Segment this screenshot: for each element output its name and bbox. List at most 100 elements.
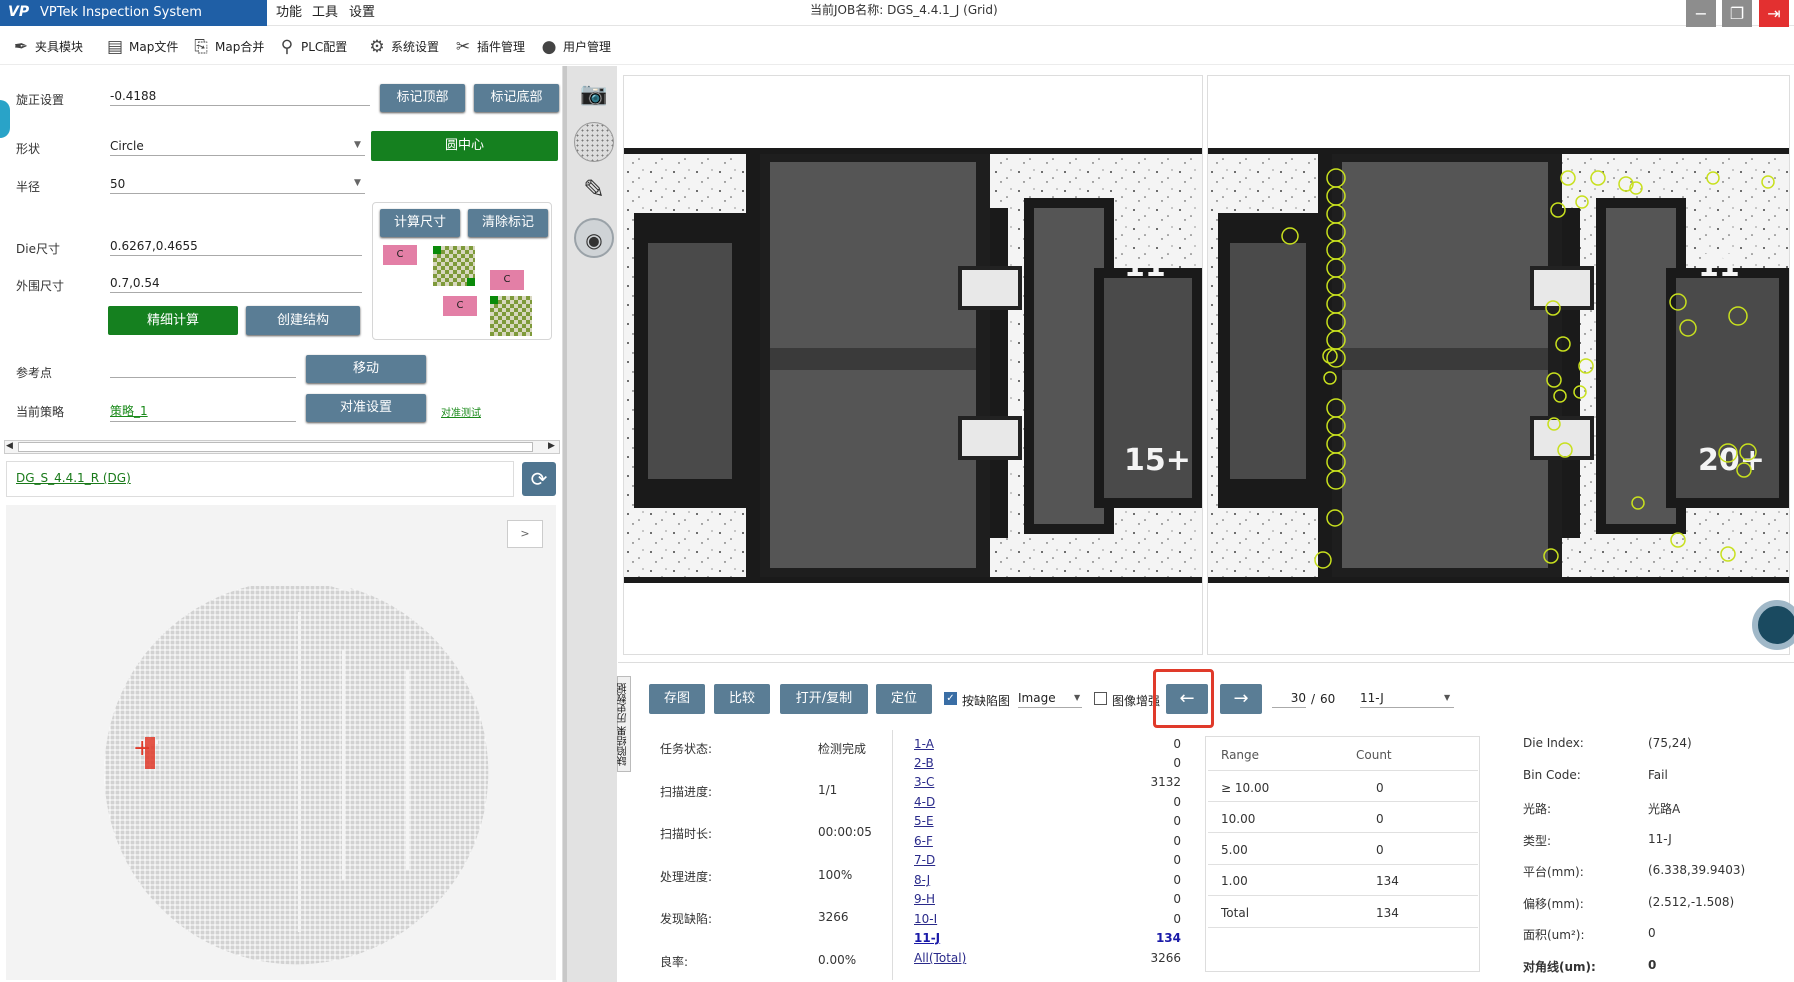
outer-size-label: 外围尺寸: [16, 279, 65, 293]
defect-type-count: 0: [1173, 795, 1181, 809]
mark-bottom-button[interactable]: 标记底部: [474, 84, 559, 112]
defect-type-link[interactable]: 2-B: [914, 756, 934, 770]
defects-found-value: 3266: [818, 910, 849, 924]
mark-top-button[interactable]: 标记顶部: [380, 84, 465, 112]
defect-type-link[interactable]: 6-F: [914, 834, 933, 848]
defect-type-link[interactable]: 7-D: [914, 853, 935, 867]
defect-type-link[interactable]: 10-I: [914, 912, 937, 926]
ref-point-select[interactable]: [110, 362, 296, 378]
refresh-icon[interactable]: ⟳: [522, 462, 556, 496]
scrollbar-thumb[interactable]: [18, 442, 533, 452]
page-separator: /: [1311, 692, 1316, 706]
fine-calc-button[interactable]: 精细计算: [108, 306, 238, 335]
prev-defect-button[interactable]: ←: [1166, 684, 1208, 714]
map-file-button[interactable]: ▤ Map文件: [104, 34, 178, 60]
rotation-input[interactable]: -0.4188: [110, 89, 370, 106]
row-divider: [1208, 770, 1478, 771]
calc-size-button[interactable]: 计算尺寸: [380, 209, 460, 237]
open-copy-button[interactable]: 打开/复制: [780, 684, 868, 714]
defect-type-count: 3132: [1150, 775, 1181, 789]
scroll-right-icon[interactable]: ▶: [548, 441, 555, 451]
chevron-down-icon: ▼: [1074, 693, 1081, 702]
save-image-button[interactable]: 存图: [649, 684, 705, 714]
side-tab-handle[interactable]: [0, 100, 10, 138]
image-mode-select[interactable]: Image: [1018, 691, 1082, 708]
area-value: 0: [1648, 926, 1656, 940]
defect-type-link[interactable]: 5-E: [914, 814, 934, 828]
floating-action-icon[interactable]: [1752, 600, 1794, 650]
fixture-module-button[interactable]: ✒ 夹具模块: [10, 34, 83, 60]
page-current-input[interactable]: 30: [1272, 691, 1306, 708]
type-value: 11-J: [1648, 832, 1672, 846]
wafer-grid-icon[interactable]: [574, 122, 614, 162]
system-settings-button[interactable]: ⚙ 系统设置: [366, 34, 439, 60]
strategy-select[interactable]: 策略_1: [110, 402, 296, 422]
recipe-link[interactable]: DG_S_4.4.1_R (DG): [16, 471, 131, 485]
defect-type-link[interactable]: 9-H: [914, 892, 935, 906]
align-test-link[interactable]: 对准测试: [441, 404, 481, 419]
scan-progress-value: 1/1: [818, 783, 838, 797]
next-defect-button[interactable]: →: [1220, 684, 1262, 714]
die-diagram-corner: [433, 246, 441, 254]
wafer-map[interactable]: [80, 580, 500, 980]
bin-code-label: Bin Code:: [1523, 768, 1581, 782]
diagonal-label: 对角线(um):: [1523, 960, 1596, 974]
user-manager-button[interactable]: ● 用户管理: [538, 34, 611, 60]
plugin-manager-button[interactable]: ✂ 插件管理: [452, 34, 525, 60]
plc-config-button[interactable]: ⚲ PLC配置: [276, 34, 348, 60]
die-diagram-corner: [467, 278, 475, 286]
menu-tools[interactable]: 工具: [312, 3, 338, 23]
light-path-value: 光路A: [1648, 802, 1681, 816]
strategy-label: 当前策略: [16, 405, 65, 419]
menu-function[interactable]: 功能: [276, 3, 302, 23]
outer-size-input[interactable]: 0.7,0.54: [110, 276, 362, 293]
image-enhance-checkbox[interactable]: [1094, 692, 1107, 705]
exit-icon[interactable]: ⇥: [1759, 0, 1789, 30]
menu-settings[interactable]: 设置: [349, 3, 375, 23]
clear-mark-button[interactable]: 清除标记: [468, 209, 548, 237]
die-diagram-marker: C: [443, 296, 477, 316]
defect-type-count: 0: [1173, 737, 1181, 751]
die-diagram-marker: C: [490, 270, 524, 290]
defect-type-select[interactable]: 11-J: [1360, 691, 1454, 708]
app-logo-icon: VP: [8, 4, 30, 20]
process-progress-value: 100%: [818, 868, 853, 882]
shape-select[interactable]: Circle: [110, 139, 365, 156]
range-cell: Total: [1221, 906, 1250, 920]
radius-select[interactable]: 50: [110, 177, 365, 194]
align-settings-button[interactable]: 对准设置: [306, 394, 426, 422]
die-size-input[interactable]: 0.6267,0.4655: [110, 239, 362, 256]
locate-button[interactable]: 定位: [876, 684, 932, 714]
defect-type-link[interactable]: 1-A: [914, 737, 934, 751]
defect-type-link-selected[interactable]: 11-J: [914, 931, 940, 945]
defect-total-link[interactable]: All(Total): [914, 951, 966, 965]
camera-icon[interactable]: 📷: [574, 75, 614, 115]
defect-map-checkbox[interactable]: ✓: [944, 692, 957, 705]
maximize-icon[interactable]: ❐: [1722, 0, 1752, 30]
range-cell: ≥ 10.00: [1221, 781, 1270, 795]
side-tabs[interactable]: 缺陷结果 历史数据: [617, 676, 631, 772]
measure-icon[interactable]: ✎: [574, 170, 614, 210]
chevron-down-icon: ▼: [354, 178, 361, 188]
defect-type-link[interactable]: 8-J: [914, 873, 930, 887]
row-divider: [1208, 801, 1478, 802]
scan-duration-value: 00:00:05: [818, 825, 872, 839]
die-index-value: (75,24): [1648, 736, 1692, 750]
circle-center-button[interactable]: 圆中心: [371, 131, 558, 161]
defect-type-count: 0: [1173, 873, 1181, 887]
wafer-view-icon[interactable]: ◉: [574, 218, 614, 258]
gear-icon: ⚙: [369, 37, 385, 57]
defect-type-link[interactable]: 4-D: [914, 795, 935, 809]
compare-button[interactable]: 比较: [714, 684, 770, 714]
die-index-label: Die Index:: [1523, 736, 1584, 750]
scroll-left-icon[interactable]: ◀: [6, 441, 13, 451]
map-merge-button[interactable]: ⎘ Map合并: [190, 34, 264, 60]
yield-label: 良率:: [660, 955, 689, 969]
defect-type-link[interactable]: 3-C: [914, 775, 934, 789]
move-button[interactable]: 移动: [306, 355, 426, 383]
expand-button[interactable]: >: [507, 520, 543, 548]
die-size-label: Die尺寸: [16, 242, 60, 256]
create-struct-button[interactable]: 创建结构: [246, 306, 360, 335]
minimize-icon[interactable]: −: [1686, 0, 1716, 30]
user-icon: ●: [541, 37, 557, 57]
